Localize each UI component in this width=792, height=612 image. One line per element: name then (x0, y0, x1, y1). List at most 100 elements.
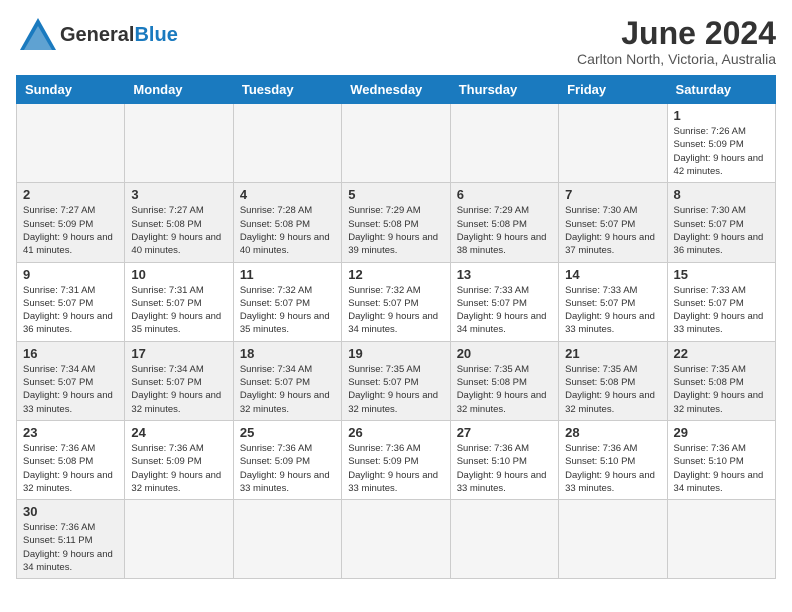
day-number: 20 (457, 346, 552, 361)
calendar-cell (125, 500, 233, 579)
day-number: 8 (674, 187, 769, 202)
day-number: 18 (240, 346, 335, 361)
location-subtitle: Carlton North, Victoria, Australia (577, 51, 776, 67)
weekday-header-friday: Friday (559, 76, 667, 104)
calendar-cell: 30 Sunrise: 7:36 AMSunset: 5:11 PMDayligh… (17, 500, 125, 579)
day-info: Sunrise: 7:35 AMSunset: 5:07 PMDaylight:… (348, 363, 443, 416)
day-number: 26 (348, 425, 443, 440)
logo-area: GeneralBlue (16, 16, 178, 54)
weekday-header-saturday: Saturday (667, 76, 775, 104)
week-row-4: 16 Sunrise: 7:34 AMSunset: 5:07 PMDayligh… (17, 341, 776, 420)
day-info: Sunrise: 7:35 AMSunset: 5:08 PMDaylight:… (674, 363, 769, 416)
day-info: Sunrise: 7:33 AMSunset: 5:07 PMDaylight:… (674, 284, 769, 337)
day-info: Sunrise: 7:36 AMSunset: 5:10 PMDaylight:… (457, 442, 552, 495)
day-info: Sunrise: 7:36 AMSunset: 5:10 PMDaylight:… (674, 442, 769, 495)
calendar-cell: 2 Sunrise: 7:27 AMSunset: 5:09 PMDaylight… (17, 183, 125, 262)
logo-wrapper: GeneralBlue (16, 16, 178, 54)
day-number: 24 (131, 425, 226, 440)
day-info: Sunrise: 7:31 AMSunset: 5:07 PMDaylight:… (23, 284, 118, 337)
day-info: Sunrise: 7:30 AMSunset: 5:07 PMDaylight:… (565, 204, 660, 257)
calendar-cell: 11 Sunrise: 7:32 AMSunset: 5:07 PMDayligh… (233, 262, 341, 341)
day-number: 16 (23, 346, 118, 361)
day-number: 7 (565, 187, 660, 202)
weekday-header-wednesday: Wednesday (342, 76, 450, 104)
day-number: 4 (240, 187, 335, 202)
day-info: Sunrise: 7:32 AMSunset: 5:07 PMDaylight:… (240, 284, 335, 337)
calendar-cell (559, 500, 667, 579)
day-number: 9 (23, 267, 118, 282)
calendar-cell (559, 104, 667, 183)
calendar-cell: 23 Sunrise: 7:36 AMSunset: 5:08 PMDayligh… (17, 420, 125, 499)
day-number: 29 (674, 425, 769, 440)
calendar-cell: 28Sunrise: 7:36 AMSunset: 5:10 PMDayligh… (559, 420, 667, 499)
day-info: Sunrise: 7:32 AMSunset: 5:07 PMDaylight:… (348, 284, 443, 337)
calendar-cell: 12Sunrise: 7:32 AMSunset: 5:07 PMDayligh… (342, 262, 450, 341)
logo-icon (16, 16, 60, 54)
week-row-1: 1 Sunrise: 7:26 AMSunset: 5:09 PMDaylight… (17, 104, 776, 183)
day-number: 19 (348, 346, 443, 361)
calendar-cell: 5Sunrise: 7:29 AMSunset: 5:08 PMDaylight… (342, 183, 450, 262)
day-number: 13 (457, 267, 552, 282)
right-header: June 2024 Carlton North, Victoria, Austr… (577, 16, 776, 67)
week-row-6: 30 Sunrise: 7:36 AMSunset: 5:11 PMDayligh… (17, 500, 776, 579)
calendar-cell: 6 Sunrise: 7:29 AMSunset: 5:08 PMDaylight… (450, 183, 558, 262)
day-number: 21 (565, 346, 660, 361)
day-number: 2 (23, 187, 118, 202)
calendar-cell: 24 Sunrise: 7:36 AMSunset: 5:09 PMDayligh… (125, 420, 233, 499)
day-info: Sunrise: 7:28 AMSunset: 5:08 PMDaylight:… (240, 204, 335, 257)
calendar-cell (233, 104, 341, 183)
day-info: Sunrise: 7:35 AMSunset: 5:08 PMDaylight:… (457, 363, 552, 416)
weekday-header-sunday: Sunday (17, 76, 125, 104)
day-info: Sunrise: 7:34 AMSunset: 5:07 PMDaylight:… (131, 363, 226, 416)
week-row-3: 9 Sunrise: 7:31 AMSunset: 5:07 PMDaylight… (17, 262, 776, 341)
day-info: Sunrise: 7:27 AMSunset: 5:09 PMDaylight:… (23, 204, 118, 257)
weekday-header-thursday: Thursday (450, 76, 558, 104)
day-number: 30 (23, 504, 118, 519)
calendar-cell: 14Sunrise: 7:33 AMSunset: 5:07 PMDayligh… (559, 262, 667, 341)
calendar-cell (450, 500, 558, 579)
calendar-cell (450, 104, 558, 183)
header: GeneralBlue June 2024 Carlton North, Vic… (16, 16, 776, 67)
calendar-cell: 1 Sunrise: 7:26 AMSunset: 5:09 PMDaylight… (667, 104, 775, 183)
calendar-cell: 27Sunrise: 7:36 AMSunset: 5:10 PMDayligh… (450, 420, 558, 499)
day-number: 6 (457, 187, 552, 202)
day-number: 1 (674, 108, 769, 123)
day-number: 15 (674, 267, 769, 282)
day-info: Sunrise: 7:36 AMSunset: 5:09 PMDaylight:… (131, 442, 226, 495)
day-info: Sunrise: 7:36 AMSunset: 5:11 PMDaylight:… (23, 521, 118, 574)
calendar-cell (667, 500, 775, 579)
calendar-cell: 8 Sunrise: 7:30 AMSunset: 5:07 PMDaylight… (667, 183, 775, 262)
day-info: Sunrise: 7:26 AMSunset: 5:09 PMDaylight:… (674, 125, 769, 178)
calendar-cell (125, 104, 233, 183)
calendar-cell: 21 Sunrise: 7:35 AMSunset: 5:08 PMDayligh… (559, 341, 667, 420)
calendar-cell: 18Sunrise: 7:34 AMSunset: 5:07 PMDayligh… (233, 341, 341, 420)
day-info: Sunrise: 7:29 AMSunset: 5:08 PMDaylight:… (457, 204, 552, 257)
calendar-cell: 9 Sunrise: 7:31 AMSunset: 5:07 PMDaylight… (17, 262, 125, 341)
day-number: 17 (131, 346, 226, 361)
week-row-5: 23 Sunrise: 7:36 AMSunset: 5:08 PMDayligh… (17, 420, 776, 499)
day-number: 22 (674, 346, 769, 361)
day-info: Sunrise: 7:35 AMSunset: 5:08 PMDaylight:… (565, 363, 660, 416)
day-number: 11 (240, 267, 335, 282)
calendar-cell: 17 Sunrise: 7:34 AMSunset: 5:07 PMDayligh… (125, 341, 233, 420)
day-info: Sunrise: 7:30 AMSunset: 5:07 PMDaylight:… (674, 204, 769, 257)
calendar-cell: 13 Sunrise: 7:33 AMSunset: 5:07 PMDayligh… (450, 262, 558, 341)
weekday-header-monday: Monday (125, 76, 233, 104)
day-number: 5 (348, 187, 443, 202)
day-number: 23 (23, 425, 118, 440)
day-info: Sunrise: 7:36 AMSunset: 5:09 PMDaylight:… (240, 442, 335, 495)
day-info: Sunrise: 7:36 AMSunset: 5:08 PMDaylight:… (23, 442, 118, 495)
calendar-cell (17, 104, 125, 183)
calendar-cell: 3 Sunrise: 7:27 AMSunset: 5:08 PMDaylight… (125, 183, 233, 262)
day-info: Sunrise: 7:27 AMSunset: 5:08 PMDaylight:… (131, 204, 226, 257)
day-info: Sunrise: 7:33 AMSunset: 5:07 PMDaylight:… (565, 284, 660, 337)
logo-text: GeneralBlue (60, 24, 178, 47)
calendar-cell: 19 Sunrise: 7:35 AMSunset: 5:07 PMDayligh… (342, 341, 450, 420)
day-info: Sunrise: 7:33 AMSunset: 5:07 PMDaylight:… (457, 284, 552, 337)
calendar-table: SundayMondayTuesdayWednesdayThursdayFrid… (16, 75, 776, 579)
day-number: 3 (131, 187, 226, 202)
calendar-cell: 26Sunrise: 7:36 AMSunset: 5:09 PMDayligh… (342, 420, 450, 499)
day-info: Sunrise: 7:36 AMSunset: 5:10 PMDaylight:… (565, 442, 660, 495)
weekday-header-row: SundayMondayTuesdayWednesdayThursdayFrid… (17, 76, 776, 104)
calendar-cell: 10Sunrise: 7:31 AMSunset: 5:07 PMDayligh… (125, 262, 233, 341)
